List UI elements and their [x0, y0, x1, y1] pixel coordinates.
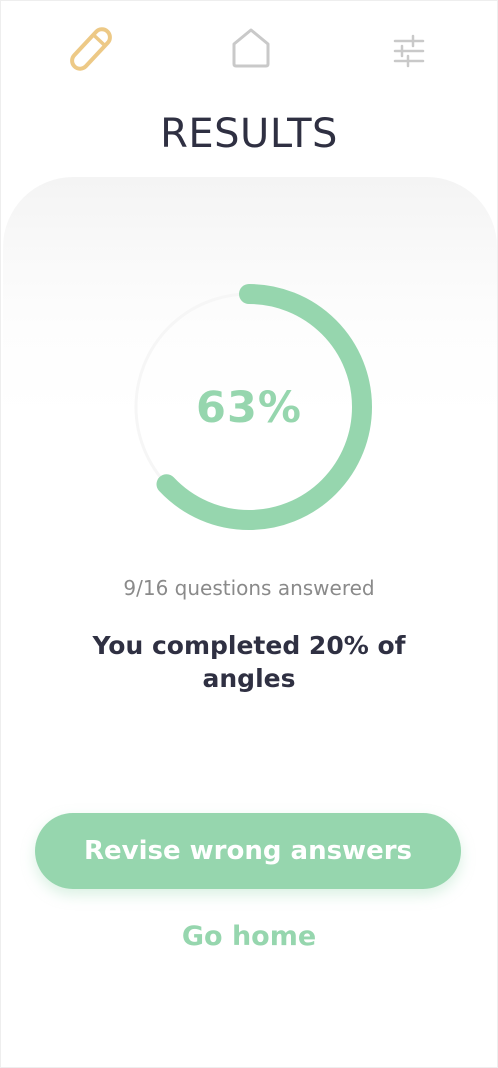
home-icon: [228, 24, 274, 74]
sliders-icon: [391, 33, 427, 73]
progress-ring: 63%: [119, 277, 379, 537]
pencil-icon: [64, 22, 118, 80]
edit-nav-button[interactable]: [63, 23, 119, 79]
settings-nav-button[interactable]: [381, 25, 437, 81]
go-home-link[interactable]: Go home: [149, 915, 349, 959]
results-screen: RESULTS 63% 9/16 questions answered You …: [0, 0, 498, 1068]
questions-answered-text: 9/16 questions answered: [123, 576, 375, 600]
top-navigation: [1, 1, 497, 101]
page-title: RESULTS: [160, 111, 338, 157]
progress-percentage: 63%: [196, 383, 302, 433]
home-nav-button[interactable]: [223, 21, 279, 77]
revise-wrong-answers-button[interactable]: Revise wrong answers: [35, 813, 461, 889]
completion-message: You completed 20% of angles: [92, 631, 406, 693]
